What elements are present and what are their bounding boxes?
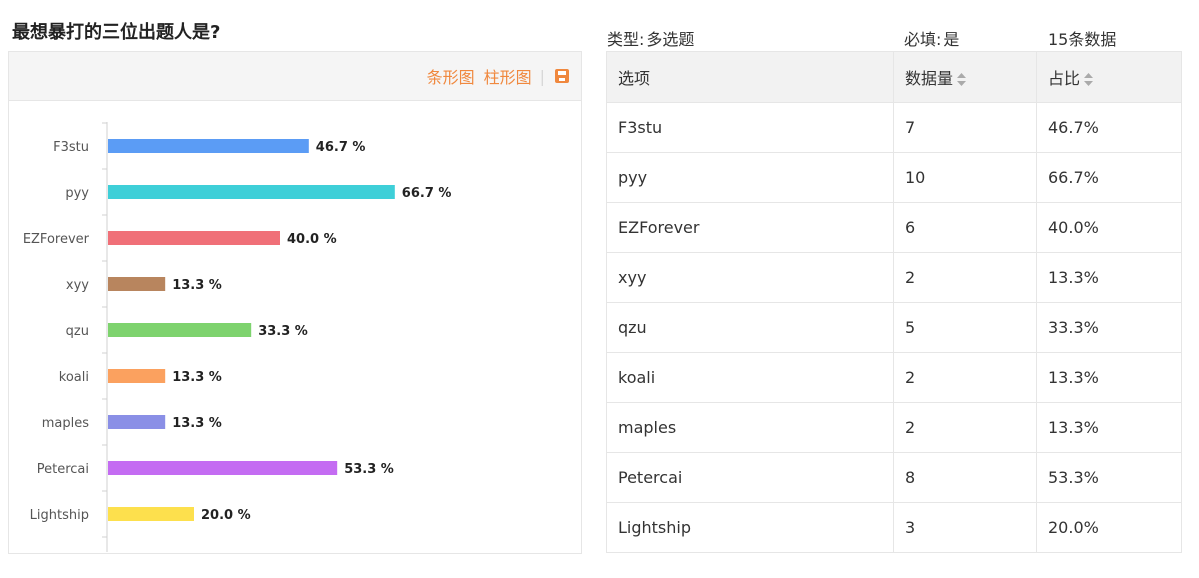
category-label: koali: [59, 370, 89, 385]
cell-option: xyy: [606, 252, 894, 303]
table-row: Lightship 3 20.0%: [606, 502, 1182, 553]
bar-chart: F3stu 46.7 % pyy 66.7 % EZForever 40.0 % xyy 13…: [23, 122, 452, 552]
cell-ratio: 13.3%: [1036, 402, 1182, 453]
bar-Petercai[interactable]: [108, 461, 338, 475]
category-label: maples: [42, 416, 89, 431]
cell-count: 7: [893, 102, 1037, 153]
cell-count: 10: [893, 152, 1037, 203]
table-row: EZForever 6 40.0%: [606, 202, 1182, 253]
cell-option: Petercai: [606, 452, 894, 503]
category-label: EZForever: [23, 232, 90, 247]
cell-option: Lightship: [606, 502, 894, 553]
bar-value-label: 46.7 %: [316, 140, 366, 155]
bar-value-label: 13.3 %: [172, 278, 222, 293]
cell-ratio: 40.0%: [1036, 202, 1182, 253]
meta-required-value: 是: [943, 30, 960, 49]
cell-count: 2: [893, 252, 1037, 303]
bar-maples[interactable]: [108, 415, 166, 429]
cell-option: qzu: [606, 302, 894, 353]
meta-type-key: 类型:: [607, 30, 645, 49]
bar-value-label: 13.3 %: [172, 370, 222, 385]
table-row: Petercai 8 53.3%: [606, 452, 1182, 503]
table-row: pyy 10 66.7%: [606, 152, 1182, 203]
cell-option: maples: [606, 402, 894, 453]
column-header-option: 选项: [606, 51, 894, 103]
column-header-count-label: 数据量: [905, 69, 954, 88]
column-chart-link[interactable]: 柱形图: [484, 64, 532, 88]
table-row: qzu 5 33.3%: [606, 302, 1182, 353]
cell-count: 6: [893, 202, 1037, 253]
column-header-option-label: 选项: [618, 69, 651, 88]
toolbar-divider: |: [539, 66, 545, 86]
cell-option: koali: [606, 352, 894, 403]
sort-icon[interactable]: [957, 73, 967, 86]
category-label: Lightship: [30, 508, 89, 523]
cell-count: 8: [893, 452, 1037, 503]
bar-F3stu[interactable]: [108, 139, 309, 153]
bar-qzu[interactable]: [108, 323, 252, 337]
cell-ratio: 33.3%: [1036, 302, 1182, 353]
table-row: koali 2 13.3%: [606, 352, 1182, 403]
bar-value-label: 66.7 %: [402, 186, 452, 201]
category-label: Petercai: [37, 462, 89, 477]
bar-value-label: 33.3 %: [258, 324, 308, 339]
column-header-count[interactable]: 数据量: [893, 51, 1037, 103]
meta-required-key: 必填:: [904, 30, 942, 49]
bar-value-label: 53.3 %: [344, 462, 394, 477]
cell-option: F3stu: [606, 102, 894, 153]
cell-option: EZForever: [606, 202, 894, 253]
bar-chart-link[interactable]: 条形图: [427, 64, 475, 88]
chart-toolbar: 条形图 柱形图 |: [9, 52, 581, 101]
column-header-ratio[interactable]: 占比: [1036, 51, 1182, 103]
cell-option: pyy: [606, 152, 894, 203]
category-label: xyy: [66, 278, 89, 293]
category-label: qzu: [66, 324, 89, 339]
bar-value-label: 20.0 %: [201, 508, 251, 523]
cell-ratio: 46.7%: [1036, 102, 1182, 153]
chart-panel: 条形图 柱形图 | F3stu 46.7 % pyy 66.7 % EZForever 4…: [8, 51, 582, 554]
cell-ratio: 53.3%: [1036, 452, 1182, 503]
sort-icon[interactable]: [1084, 73, 1094, 86]
bar-Lightship[interactable]: [108, 507, 194, 521]
cell-ratio: 20.0%: [1036, 502, 1182, 553]
bar-koali[interactable]: [108, 369, 166, 383]
bar-xyy[interactable]: [108, 277, 166, 291]
meta-type: 类型: 多选题: [607, 26, 694, 50]
cell-count: 3: [893, 502, 1037, 553]
table-header-row: 选项 数据量 占比: [606, 51, 1182, 103]
meta-type-value: 多选题: [646, 30, 695, 49]
cell-ratio: 13.3%: [1036, 252, 1182, 303]
column-header-ratio-label: 占比: [1048, 69, 1081, 88]
category-label: pyy: [65, 186, 89, 201]
page-title: 最想暴打的三位出题人是?: [12, 22, 221, 43]
bar-EZForever[interactable]: [108, 231, 280, 245]
bar-value-label: 40.0 %: [287, 232, 337, 247]
category-label: F3stu: [53, 140, 89, 155]
data-table: 选项 数据量 占比 F3stu 7 46.7% pyy 10 66.7% EZForever…: [606, 51, 1182, 553]
meta-count: 15条数据: [1048, 30, 1117, 49]
table-row: maples 2 13.3%: [606, 402, 1182, 453]
bar-pyy[interactable]: [108, 185, 395, 199]
cell-ratio: 13.3%: [1036, 352, 1182, 403]
cell-ratio: 66.7%: [1036, 152, 1182, 203]
bar-value-label: 13.3 %: [172, 416, 222, 431]
table-row: xyy 2 13.3%: [606, 252, 1182, 303]
table-row: F3stu 7 46.7%: [606, 102, 1182, 153]
cell-count: 2: [893, 402, 1037, 453]
cell-count: 5: [893, 302, 1037, 353]
cell-count: 2: [893, 352, 1037, 403]
meta-required: 必填: 是: [904, 26, 959, 50]
save-icon[interactable]: [555, 69, 569, 83]
